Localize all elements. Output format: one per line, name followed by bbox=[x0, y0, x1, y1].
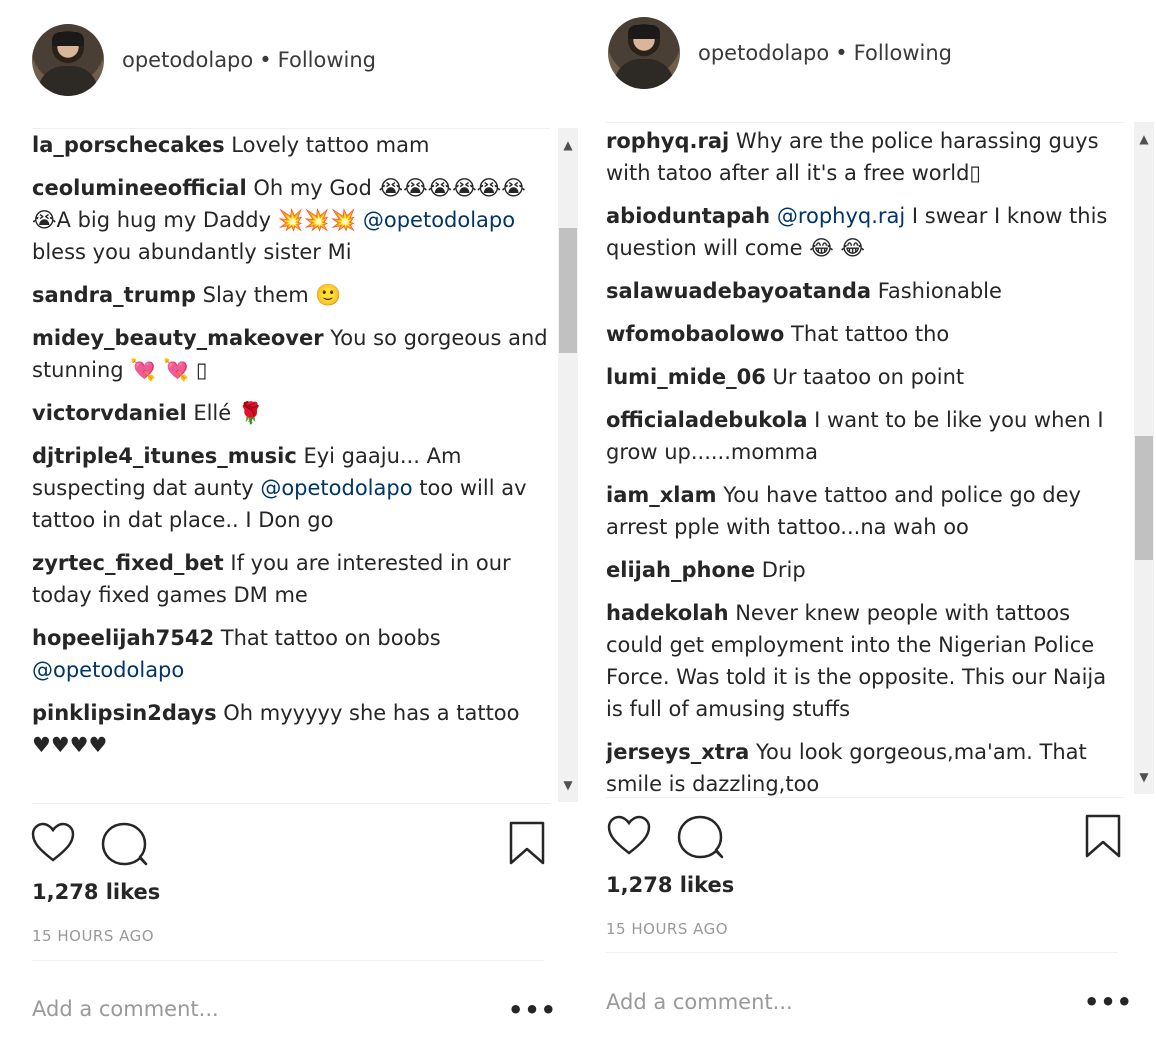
comment-text: Drip bbox=[755, 558, 806, 582]
post-header: opetodolapo • Following bbox=[608, 17, 952, 89]
comment-item: midey_beauty_makeover You so gorgeous an… bbox=[32, 322, 550, 386]
action-bar bbox=[606, 813, 1126, 861]
comment-username-link[interactable]: iam_xlam bbox=[606, 483, 717, 507]
comment-username-link[interactable]: wfomobaolowo bbox=[606, 322, 784, 346]
add-comment-input[interactable]: Add a comment... bbox=[606, 990, 793, 1014]
comment-item: lumi_mide_06 Ur taatoo on point bbox=[606, 361, 1124, 393]
comment-text: That tattoo on boobs bbox=[214, 626, 441, 650]
more-options-button[interactable]: ••• bbox=[1084, 988, 1133, 1016]
comment-mention-link[interactable]: @opetodolapo bbox=[363, 208, 515, 232]
comment-item: elijah_phone Drip bbox=[606, 554, 1124, 586]
following-button[interactable]: Following bbox=[278, 48, 376, 72]
post-panel-left: opetodolapo • Following la_porschecakes Lo… bbox=[0, 0, 578, 1041]
comment-username-link[interactable]: sandra_trump bbox=[32, 283, 196, 307]
post-timestamp[interactable]: 15 HOURS AGO bbox=[606, 920, 728, 938]
comment-item: abioduntapah @rophyq.raj I swear I know … bbox=[606, 200, 1124, 264]
comment-username-link[interactable]: rophyq.raj bbox=[606, 129, 729, 153]
comment-text: Fashionable bbox=[871, 279, 1002, 303]
bookmark-outline-icon[interactable] bbox=[1084, 813, 1122, 859]
avatar[interactable] bbox=[608, 17, 680, 89]
divider bbox=[606, 952, 1118, 953]
add-comment-input[interactable]: Add a comment... bbox=[32, 997, 219, 1021]
comment-username-link[interactable]: pinklipsin2days bbox=[32, 701, 217, 725]
likes-count[interactable]: 1,278 likes bbox=[606, 873, 734, 897]
comment-username-link[interactable]: la_porschecakes bbox=[32, 133, 225, 157]
comment-text: Lovely tattoo mam bbox=[224, 133, 430, 157]
likes-count[interactable]: 1,278 likes bbox=[32, 880, 160, 904]
comment-text bbox=[770, 204, 777, 228]
comment-item: djtriple4_itunes_music Eyi gaaju... Am s… bbox=[32, 440, 550, 536]
username-line: opetodolapo • Following bbox=[122, 48, 376, 72]
scroll-down-arrow-icon[interactable]: ▼ bbox=[558, 776, 578, 794]
comment-item: rophyq.raj Why are the police harassing … bbox=[606, 125, 1124, 189]
comment-username-link[interactable]: ceolumineeofficial bbox=[32, 176, 247, 200]
scrollbar-thumb[interactable] bbox=[1135, 436, 1153, 560]
following-button[interactable]: Following bbox=[854, 41, 952, 65]
comment-username-link[interactable]: hadekolah bbox=[606, 601, 729, 625]
comment-username-link[interactable]: zyrtec_fixed_bet bbox=[32, 551, 224, 575]
comment-username-link[interactable]: salawuadebayoatanda bbox=[606, 279, 871, 303]
scrollbar-thumb[interactable] bbox=[559, 228, 577, 353]
scroll-up-arrow-icon[interactable]: ▲ bbox=[1134, 130, 1154, 148]
comment-item: hopeelijah7542 That tattoo on boobs @ope… bbox=[32, 622, 550, 686]
comment-item: hadekolah Never knew people with tattoos… bbox=[606, 597, 1124, 725]
avatar[interactable] bbox=[32, 24, 104, 96]
comment-text: Ur taatoo on point bbox=[765, 365, 965, 389]
comments-list[interactable]: rophyq.raj Why are the police harassing … bbox=[606, 122, 1124, 798]
separator-dot: • bbox=[259, 48, 272, 72]
comments-list[interactable]: la_porschecakes Lovely tattoo mam ceolumi… bbox=[32, 128, 550, 804]
comment-item: officialadebukola I want to be like you … bbox=[606, 404, 1124, 468]
comment-item: zyrtec_fixed_bet If you are interested i… bbox=[32, 547, 550, 611]
comment-text: Ellé 🌹 bbox=[186, 401, 264, 425]
comment-item: iam_xlam You have tattoo and police go d… bbox=[606, 479, 1124, 543]
comment-item: ceolumineeofficial Oh my God 😭😭😭😭😭😭😭A bi… bbox=[32, 172, 550, 268]
comment-text: Slay them 🙂 bbox=[195, 283, 342, 307]
comment-mention-link[interactable]: @rophyq.raj bbox=[777, 204, 905, 228]
comment-item: la_porschecakes Lovely tattoo mam bbox=[32, 129, 550, 161]
comment-username-link[interactable]: victorvdaniel bbox=[32, 401, 187, 425]
comment-text: That tattoo tho bbox=[784, 322, 950, 346]
comment-item: victorvdaniel Ellé 🌹 bbox=[32, 397, 550, 429]
comment-username-link[interactable]: hopeelijah7542 bbox=[32, 626, 214, 650]
comment-username-link[interactable]: jerseys_xtra bbox=[606, 740, 749, 764]
comment-username-link[interactable]: djtriple4_itunes_music bbox=[32, 444, 297, 468]
heart-outline-icon[interactable] bbox=[606, 813, 652, 859]
post-header: opetodolapo • Following bbox=[32, 24, 376, 96]
comment-username-link[interactable]: midey_beauty_makeover bbox=[32, 326, 324, 350]
speech-bubble-icon[interactable] bbox=[100, 820, 150, 866]
comment-mention-link[interactable]: @opetodolapo bbox=[32, 658, 184, 682]
comments-scrollbar[interactable]: ▲ ▼ bbox=[558, 128, 578, 802]
comment-username-link[interactable]: lumi_mide_06 bbox=[606, 365, 766, 389]
heart-outline-icon[interactable] bbox=[30, 820, 76, 866]
action-bar bbox=[30, 820, 550, 868]
username-link[interactable]: opetodolapo bbox=[698, 41, 829, 65]
username-link[interactable]: opetodolapo bbox=[122, 48, 253, 72]
comment-username-link[interactable]: officialadebukola bbox=[606, 408, 808, 432]
divider bbox=[32, 960, 544, 961]
post-panel-right: opetodolapo • Following rophyq.raj Why are… bbox=[578, 0, 1156, 1041]
comment-mention-link[interactable]: @opetodolapo bbox=[260, 476, 412, 500]
comment-username-link[interactable]: abioduntapah bbox=[606, 204, 770, 228]
comment-item: pinklipsin2days Oh myyyyy she has a tatt… bbox=[32, 697, 550, 761]
scroll-down-arrow-icon[interactable]: ▼ bbox=[1134, 768, 1154, 786]
comment-item: sandra_trump Slay them 🙂 bbox=[32, 279, 550, 311]
scroll-up-arrow-icon[interactable]: ▲ bbox=[558, 136, 578, 154]
comment-item: jerseys_xtra You look gorgeous,ma'am. Th… bbox=[606, 736, 1124, 797]
username-line: opetodolapo • Following bbox=[698, 41, 952, 65]
comment-username-link[interactable]: elijah_phone bbox=[606, 558, 755, 582]
comment-item: salawuadebayoatanda Fashionable bbox=[606, 275, 1124, 307]
comments-scrollbar[interactable]: ▲ ▼ bbox=[1134, 122, 1154, 794]
comment-text-tail: bless you abundantly sister Mi bbox=[32, 240, 352, 264]
speech-bubble-icon[interactable] bbox=[676, 813, 726, 859]
comment-item: wfomobaolowo That tattoo tho bbox=[606, 318, 1124, 350]
bookmark-outline-icon[interactable] bbox=[508, 820, 546, 866]
post-timestamp[interactable]: 15 HOURS AGO bbox=[32, 927, 154, 945]
separator-dot: • bbox=[835, 41, 848, 65]
more-options-button[interactable]: ••• bbox=[508, 996, 557, 1024]
